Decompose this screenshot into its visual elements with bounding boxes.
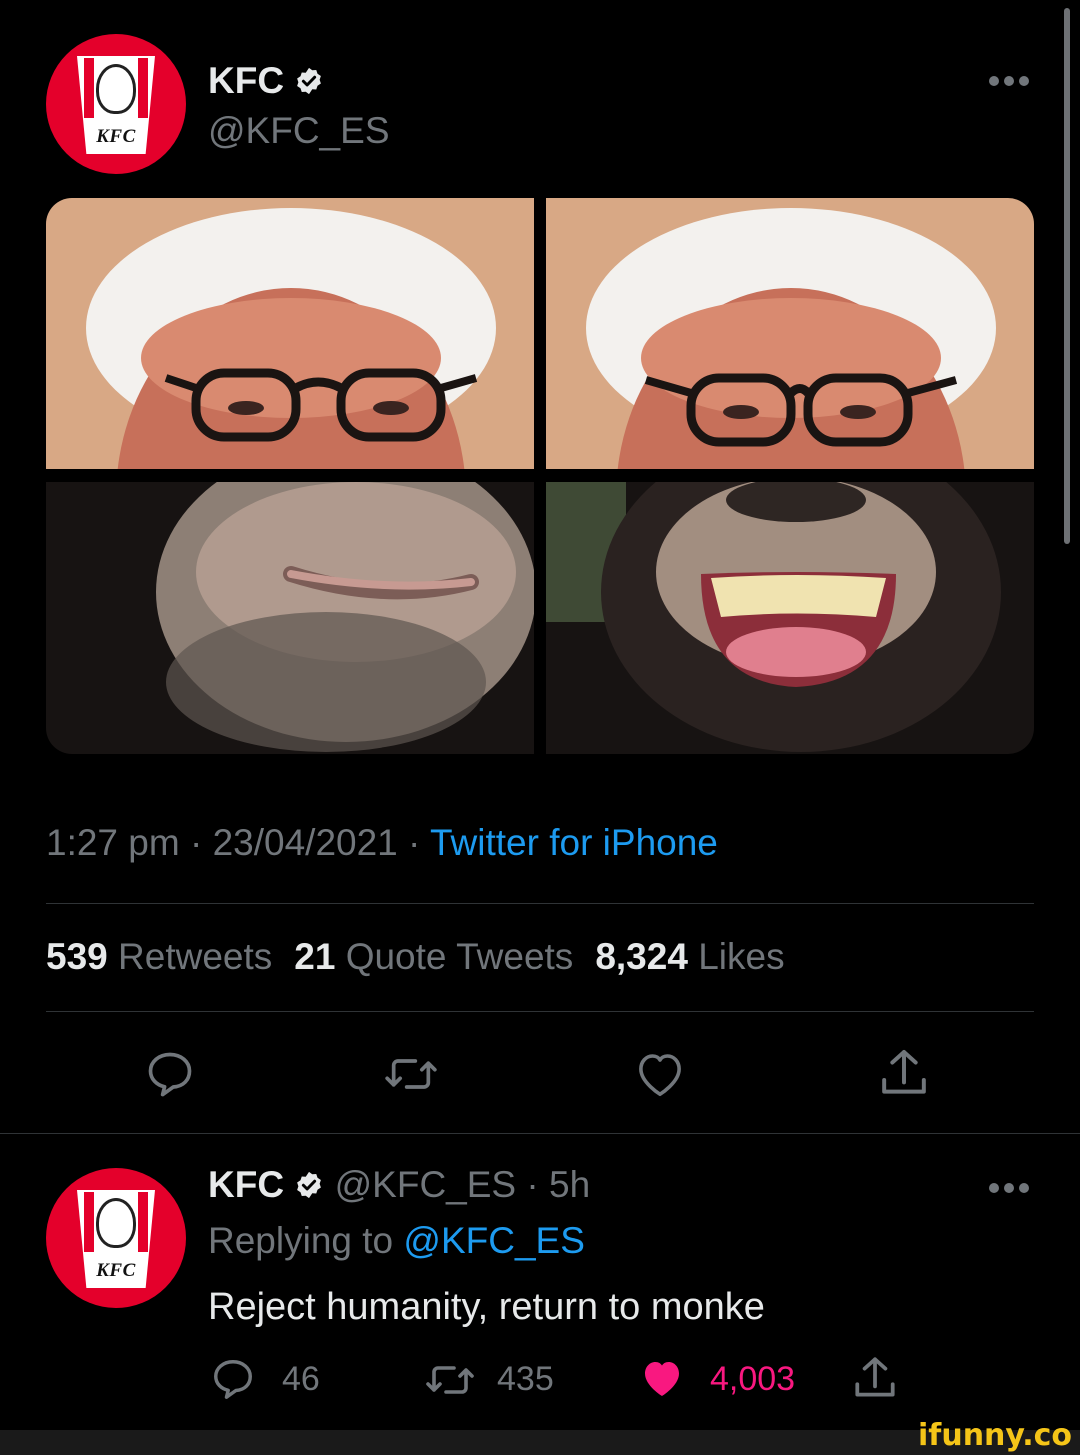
avatar[interactable]: KFC (46, 34, 186, 174)
reply-handle-time[interactable]: @KFC_ES · 5h (335, 1164, 591, 1205)
display-name[interactable]: KFC (208, 60, 324, 102)
verified-icon (297, 1171, 322, 1199)
media-photo-colonel-right[interactable] (546, 198, 1034, 469)
reply-display-name[interactable]: KFC (208, 1164, 284, 1205)
reply-header: KFC @KFC_ES · 5h (208, 1164, 590, 1206)
reply-icon[interactable] (144, 1048, 196, 1100)
media-photo-chimp-left[interactable] (46, 482, 534, 754)
user-handle[interactable]: @KFC_ES (208, 110, 390, 152)
replying-to-handle[interactable]: @KFC_ES (403, 1220, 585, 1261)
reply-text: Reject humanity, return to monke (208, 1286, 765, 1328)
quotes-stat[interactable]: 21 Quote Tweets (294, 936, 573, 977)
reply-count: 46 (282, 1360, 320, 1398)
divider (0, 1133, 1080, 1134)
media-photo-chimp-right[interactable] (546, 482, 1034, 754)
divider (46, 1011, 1034, 1012)
liked-heart-icon[interactable] (638, 1354, 686, 1402)
retweet-count: 435 (497, 1360, 554, 1398)
like-icon[interactable] (632, 1047, 688, 1101)
likes-stat[interactable]: 8,324 Likes (595, 936, 784, 977)
reply-avatar[interactable]: KFC (46, 1168, 186, 1308)
reply-icon[interactable] (210, 1356, 256, 1402)
tweet-media-grid[interactable] (46, 198, 1034, 754)
replying-to: Replying to @KFC_ES (208, 1220, 585, 1261)
retweet-icon[interactable] (424, 1358, 476, 1402)
colonel-face-icon (96, 1198, 136, 1248)
scrollbar[interactable] (1064, 8, 1070, 544)
avatar-logo-text: KFC (96, 126, 136, 147)
avatar-logo-text: KFC (96, 1260, 136, 1281)
verified-icon (297, 67, 322, 95)
retweets-stat[interactable]: 539 Retweets (46, 936, 272, 977)
share-icon[interactable] (850, 1352, 900, 1404)
tweet-timestamp: 1:27 pm · 23/04/2021 · Twitter for iPhon… (46, 822, 718, 863)
retweet-icon[interactable] (382, 1048, 440, 1100)
colonel-face-icon (96, 64, 136, 114)
watermark: ifunny.co (918, 1418, 1072, 1453)
reply-more-options-icon[interactable] (988, 1181, 1030, 1195)
tweet-stats: 539 Retweets 21 Quote Tweets 8,324 Likes (46, 936, 785, 978)
source-link[interactable]: Twitter for iPhone (430, 822, 718, 863)
share-icon[interactable] (876, 1044, 932, 1102)
divider (46, 903, 1034, 904)
like-count: 4,003 (710, 1360, 796, 1398)
more-options-icon[interactable] (988, 74, 1030, 88)
media-photo-colonel-left[interactable] (46, 198, 534, 469)
